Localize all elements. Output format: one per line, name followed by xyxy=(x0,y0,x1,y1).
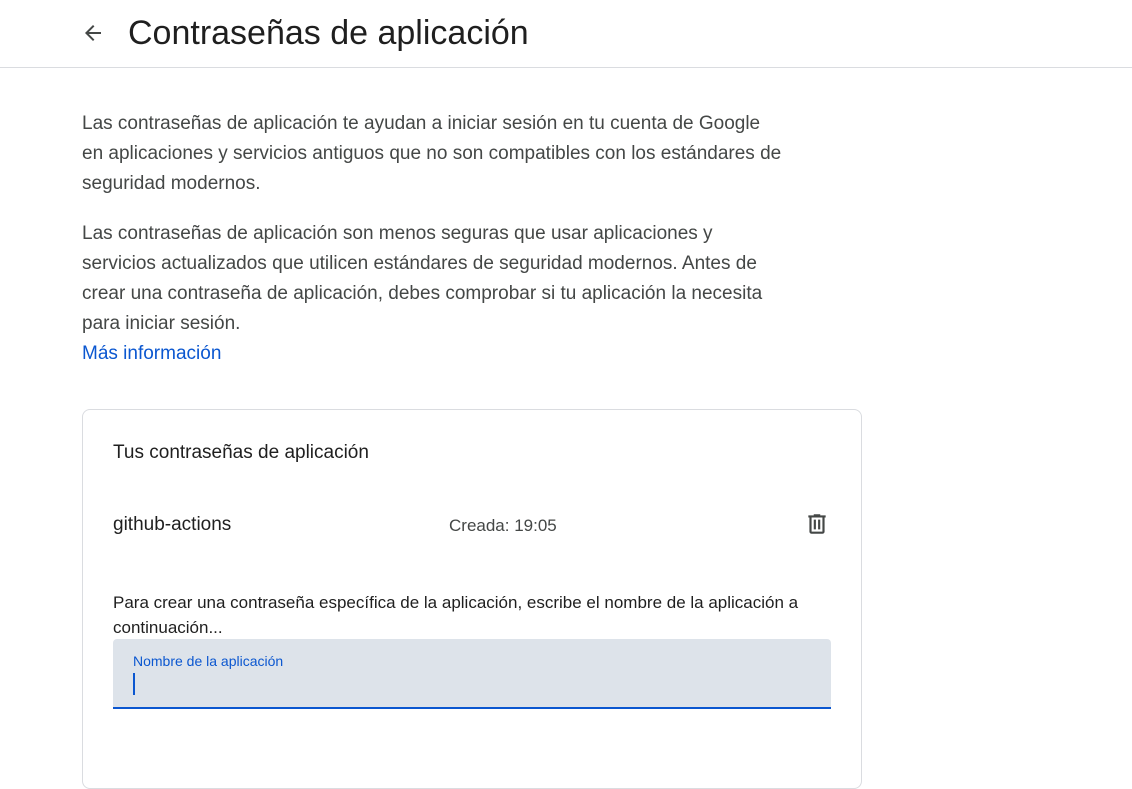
intro-paragraph-2: Las contraseñas de aplicación son menos … xyxy=(82,223,763,334)
app-name-field-label: Nombre de la aplicación xyxy=(133,653,284,669)
app-name-input[interactable] xyxy=(131,672,811,698)
intro-paragraph-1: Las contraseñas de aplicación te ayudan … xyxy=(82,113,782,194)
page-title: Contraseñas de aplicación xyxy=(128,14,529,52)
arrow-back-icon xyxy=(85,25,101,41)
more-info-link[interactable]: Más información xyxy=(82,339,221,369)
create-password-hint: Para crear una contraseña específica de … xyxy=(113,593,799,637)
trash-icon xyxy=(808,514,826,534)
app-name-field[interactable]: Nombre de la aplicación xyxy=(113,639,831,709)
app-password-created: Creada: 19:05 xyxy=(449,516,557,535)
back-button[interactable] xyxy=(76,16,110,50)
app-password-name: github-actions xyxy=(113,514,232,535)
delete-app-password-button[interactable] xyxy=(801,508,833,540)
card-title: Tus contraseñas de aplicación xyxy=(113,442,369,463)
app-passwords-card: Tus contraseñas de aplicación github-act… xyxy=(82,409,862,789)
page-header: Contraseñas de aplicación xyxy=(0,0,1132,68)
